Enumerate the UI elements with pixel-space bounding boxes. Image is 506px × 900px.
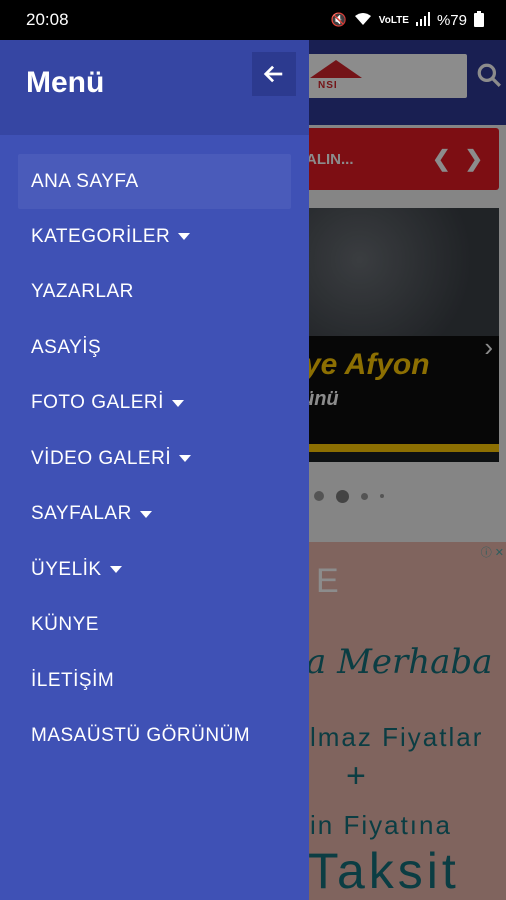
status-bar: 20:08 🔇 VoLTE %79 xyxy=(0,0,506,40)
status-icons: 🔇 VoLTE %79 xyxy=(330,10,484,30)
caret-down-icon xyxy=(171,399,184,407)
menu-item[interactable]: MASAÜSTÜ GÖRÜNÜM xyxy=(0,709,309,765)
menu-item[interactable]: FOTO GALERİ xyxy=(0,376,309,432)
menu-item[interactable]: YAZARLAR xyxy=(0,265,309,321)
menu-item[interactable]: İLETİŞİM xyxy=(0,653,309,709)
drawer-menu: ANA SAYFA KATEGORİLER YAZARLAR ASAYİŞ FOTO G… xyxy=(0,154,309,764)
menu-item-label: İLETİŞİM xyxy=(31,669,115,691)
menu-item-label: ASAYİŞ xyxy=(31,336,102,358)
mute-icon: 🔇 xyxy=(330,12,347,27)
menu-item-label: ÜYELİK xyxy=(31,558,102,580)
menu-item[interactable]: SAYFALAR xyxy=(0,487,309,543)
menu-item[interactable]: ASAYİŞ xyxy=(0,320,309,376)
arrow-left-icon xyxy=(263,65,283,83)
back-button[interactable] xyxy=(252,52,296,96)
wifi-icon xyxy=(354,12,372,29)
menu-item-label: FOTO GALERİ xyxy=(31,392,164,414)
caret-down-icon xyxy=(109,566,122,574)
menu-item[interactable]: KÜNYE xyxy=(0,598,309,654)
signal-icon xyxy=(415,11,430,29)
menu-item[interactable]: ANA SAYFA xyxy=(18,154,291,209)
menu-item-label: SAYFALAR xyxy=(31,503,132,525)
menu-item-label: VİDEO GALERİ xyxy=(31,447,172,469)
volte-icon: VoLTE xyxy=(378,14,409,26)
menu-item-label: MASAÜSTÜ GÖRÜNÜM xyxy=(31,725,251,747)
drawer-title: Menü xyxy=(26,66,105,99)
caret-down-icon xyxy=(179,455,192,463)
caret-down-icon xyxy=(139,510,152,518)
menu-item[interactable]: VİDEO GALERİ xyxy=(0,431,309,487)
menu-item[interactable]: KATEGORİLER xyxy=(0,209,309,265)
navigation-drawer: Menü ANA SAYFA KATEGORİLER YAZARLAR ASAYİŞ F… xyxy=(0,40,309,900)
menu-item-label: ANA SAYFA xyxy=(31,170,139,192)
drawer-header: Menü xyxy=(0,40,309,135)
menu-item-label: KATEGORİLER xyxy=(31,225,171,247)
status-time: 20:08 xyxy=(26,10,69,29)
battery-level: %79 xyxy=(436,11,467,29)
menu-item-label: YAZARLAR xyxy=(31,281,134,303)
menu-item-label: KÜNYE xyxy=(31,614,99,636)
caret-down-icon xyxy=(178,233,191,241)
menu-item[interactable]: ÜYELİK xyxy=(0,542,309,598)
battery-icon xyxy=(474,10,484,30)
